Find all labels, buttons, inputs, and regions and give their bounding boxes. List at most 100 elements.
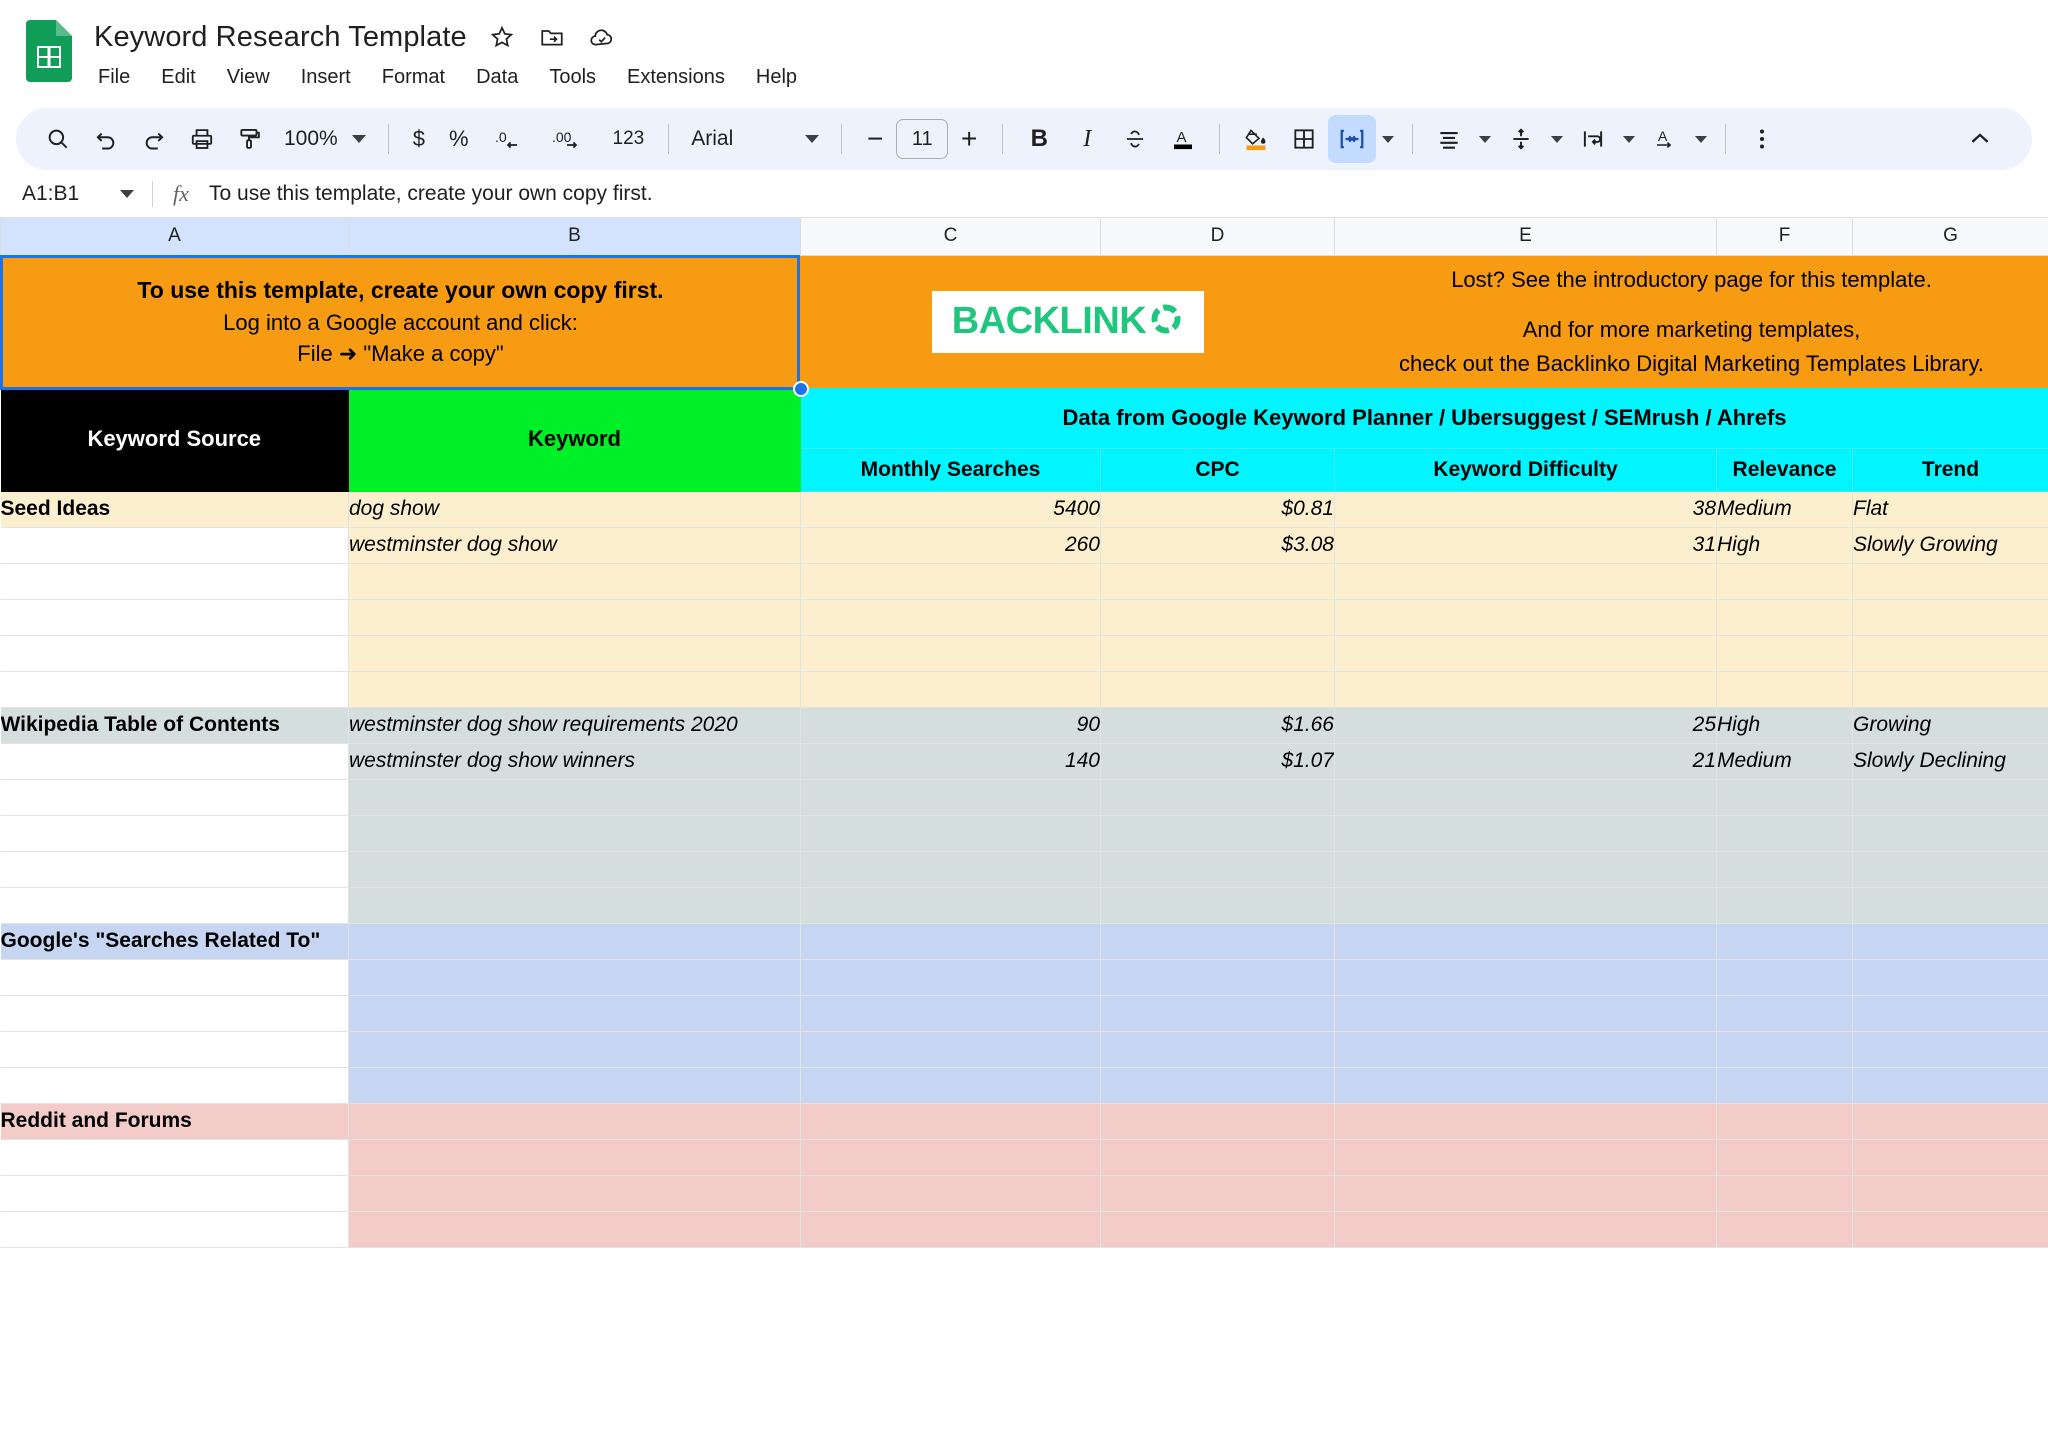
cell-difficulty[interactable]	[1334, 995, 1717, 1032]
merge-cells-icon[interactable]	[1328, 115, 1377, 163]
table-row[interactable]	[0, 815, 2048, 852]
cell-relevance[interactable]	[1716, 923, 1853, 960]
cell-source-blank[interactable]	[0, 851, 349, 888]
cell-relevance[interactable]	[1716, 1031, 1853, 1068]
cell-cpc[interactable]	[1100, 851, 1335, 888]
cell-monthly-searches[interactable]	[800, 1067, 1101, 1104]
cell-monthly-searches[interactable]	[800, 1103, 1101, 1140]
cell-monthly-searches[interactable]	[800, 1211, 1101, 1248]
cell-cpc[interactable]	[1100, 959, 1335, 996]
cell-source-blank[interactable]	[0, 599, 349, 636]
cell-difficulty[interactable]: 21	[1334, 743, 1717, 780]
font-family-selector[interactable]: Arial	[681, 127, 829, 151]
cell-keyword[interactable]: westminster dog show	[348, 527, 801, 564]
menu-view[interactable]: View	[225, 64, 272, 91]
cell-monthly-searches[interactable]	[800, 635, 1101, 672]
strikethrough-icon[interactable]	[1111, 115, 1159, 163]
cell-source-blank[interactable]	[0, 1067, 349, 1104]
table-row[interactable]	[0, 635, 2048, 672]
section-label-searches-related-to[interactable]: Google's "Searches Related To"	[0, 923, 349, 960]
print-icon[interactable]	[178, 115, 226, 163]
cell-monthly-searches[interactable]: 260	[800, 527, 1101, 564]
cell-monthly-searches[interactable]	[800, 923, 1101, 960]
cell-keyword[interactable]	[348, 1031, 801, 1068]
cell-monthly-searches[interactable]	[800, 995, 1101, 1032]
cell-keyword[interactable]	[348, 1175, 801, 1212]
cell-cpc[interactable]	[1100, 635, 1335, 672]
cell-relevance[interactable]	[1716, 1175, 1853, 1212]
increase-font-size-button[interactable]: +	[948, 123, 990, 155]
decrease-decimal-button[interactable]: .0	[481, 115, 539, 163]
table-row[interactable]	[0, 1139, 2048, 1176]
column-header-c[interactable]: C	[800, 218, 1101, 256]
cell-difficulty[interactable]	[1334, 779, 1717, 816]
column-header-a[interactable]: A	[0, 218, 349, 256]
cell-source-blank[interactable]	[0, 743, 349, 780]
cell-relevance[interactable]: High	[1716, 707, 1853, 744]
copy-instructions-banner[interactable]: To use this template, create your own co…	[0, 255, 801, 388]
cell-relevance[interactable]	[1716, 851, 1853, 888]
cell-relevance[interactable]	[1716, 815, 1853, 852]
table-row[interactable]	[0, 887, 2048, 924]
menu-edit[interactable]: Edit	[159, 64, 197, 91]
table-row[interactable]	[0, 1175, 2048, 1212]
paint-format-icon[interactable]	[226, 115, 274, 163]
cell-difficulty[interactable]: 31	[1334, 527, 1717, 564]
cell-difficulty[interactable]	[1334, 815, 1717, 852]
cell-monthly-searches[interactable]	[800, 887, 1101, 924]
cell-source-blank[interactable]	[0, 959, 349, 996]
more-options-icon[interactable]	[1738, 115, 1786, 163]
text-wrap-dropdown[interactable]	[1617, 135, 1641, 143]
cell-difficulty[interactable]	[1334, 635, 1717, 672]
cell-source-blank[interactable]	[0, 1211, 349, 1248]
cell-keyword[interactable]	[348, 671, 801, 708]
cell-relevance[interactable]	[1716, 1139, 1853, 1176]
cell-difficulty[interactable]	[1334, 1067, 1717, 1104]
italic-button[interactable]: I	[1063, 115, 1111, 163]
cell-relevance[interactable]	[1716, 671, 1853, 708]
cell-cpc[interactable]	[1100, 1067, 1335, 1104]
cell-monthly-searches[interactable]: 5400	[800, 491, 1101, 528]
cell-source-blank[interactable]	[0, 563, 349, 600]
cell-relevance[interactable]	[1716, 1067, 1853, 1104]
cell-cpc[interactable]	[1100, 779, 1335, 816]
cell-trend[interactable]	[1852, 1175, 2048, 1212]
cell-keyword[interactable]: westminster dog show requirements 2020	[348, 707, 801, 744]
cell-source-blank[interactable]	[0, 995, 349, 1032]
table-row[interactable]	[0, 959, 2048, 996]
cell-keyword[interactable]: westminster dog show winners	[348, 743, 801, 780]
cell-difficulty[interactable]	[1334, 1139, 1717, 1176]
bold-button[interactable]: B	[1015, 115, 1063, 163]
cell-relevance[interactable]	[1716, 599, 1853, 636]
cell-relevance[interactable]	[1716, 995, 1853, 1032]
cell-keyword[interactable]	[348, 887, 801, 924]
cell-relevance[interactable]	[1716, 779, 1853, 816]
cell-keyword[interactable]: dog show	[348, 491, 801, 528]
name-box[interactable]: A1:B1	[0, 182, 152, 206]
text-wrap-icon[interactable]	[1569, 115, 1617, 163]
cell-monthly-searches[interactable]	[800, 1175, 1101, 1212]
cell-trend[interactable]	[1852, 959, 2048, 996]
cell-keyword[interactable]	[348, 995, 801, 1032]
table-row[interactable]	[0, 599, 2048, 636]
cell-keyword[interactable]	[348, 851, 801, 888]
column-header-f[interactable]: F	[1716, 218, 1853, 256]
cell-trend[interactable]	[1852, 995, 2048, 1032]
cell-cpc[interactable]	[1100, 671, 1335, 708]
cell-monthly-searches[interactable]	[800, 1139, 1101, 1176]
cell-difficulty[interactable]	[1334, 671, 1717, 708]
cell-trend[interactable]	[1852, 635, 2048, 672]
cell-difficulty[interactable]	[1334, 887, 1717, 924]
cell-trend[interactable]: Growing	[1852, 707, 2048, 744]
cell-keyword[interactable]	[348, 1139, 801, 1176]
menu-help[interactable]: Help	[754, 64, 799, 91]
horizontal-align-icon[interactable]	[1425, 115, 1473, 163]
cell-trend[interactable]	[1852, 1103, 2048, 1140]
cell-cpc[interactable]	[1100, 887, 1335, 924]
cell-cpc[interactable]	[1100, 599, 1335, 636]
formula-input[interactable]: To use this template, create your own co…	[209, 182, 653, 206]
horizontal-align-dropdown[interactable]	[1473, 135, 1497, 143]
cell-trend[interactable]	[1852, 671, 2048, 708]
cell-cpc[interactable]	[1100, 1211, 1335, 1248]
cell-monthly-searches[interactable]	[800, 1031, 1101, 1068]
